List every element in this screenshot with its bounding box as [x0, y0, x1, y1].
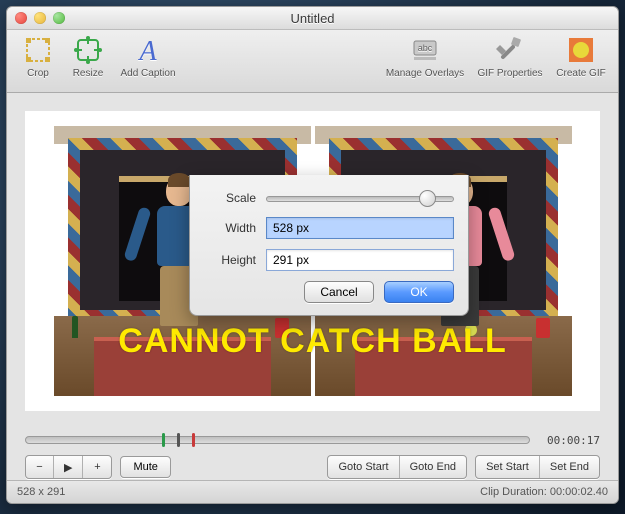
window-controls	[15, 12, 65, 24]
svg-text:abc: abc	[418, 43, 433, 53]
timeline: 00:00:17	[25, 425, 600, 455]
set-end-button[interactable]: Set End	[540, 456, 599, 478]
resize-button[interactable]: Resize	[63, 34, 113, 79]
goto-start-button[interactable]: Goto Start	[328, 456, 399, 478]
toolbar-label: Add Caption	[120, 68, 175, 79]
ok-button[interactable]: OK	[384, 281, 454, 303]
crop-icon	[22, 34, 54, 66]
toolbar-label: Crop	[27, 68, 49, 79]
window-title: Untitled	[7, 11, 618, 26]
playhead[interactable]	[177, 433, 180, 447]
goto-controls: Goto Start Goto End	[327, 455, 467, 479]
scale-label: Scale	[204, 191, 256, 205]
clip-duration-value: 00:00:02.40	[550, 486, 608, 498]
cancel-button[interactable]: Cancel	[304, 281, 374, 303]
app-window: Untitled Crop Resize A Add Caption abc	[6, 6, 619, 504]
overlays-icon: abc	[409, 34, 441, 66]
add-caption-button[interactable]: A Add Caption	[113, 34, 183, 79]
step-controls: − ▶ +	[25, 455, 112, 479]
scale-slider[interactable]	[266, 189, 454, 207]
transport-controls: − ▶ + Mute Goto Start Goto End Set Start…	[25, 453, 600, 481]
clip-duration-label: Clip Duration:	[480, 486, 547, 498]
slider-knob[interactable]	[419, 190, 436, 207]
svg-text:A: A	[137, 36, 157, 66]
toolbar-label: Create GIF	[556, 68, 605, 79]
step-fwd-button[interactable]: +	[83, 456, 111, 478]
manage-overlays-button[interactable]: abc Manage Overlays	[380, 34, 470, 79]
width-input[interactable]	[266, 217, 454, 239]
set-start-button[interactable]: Set Start	[476, 456, 540, 478]
titlebar: Untitled	[7, 7, 618, 30]
toolbar-label: Manage Overlays	[386, 68, 464, 79]
gif-properties-button[interactable]: GIF Properties	[470, 34, 550, 79]
play-button[interactable]: ▶	[54, 456, 83, 478]
mute-button[interactable]: Mute	[120, 456, 170, 478]
in-point-marker[interactable]	[162, 433, 165, 447]
content-area: CANNOT CATCH BALL 00:00:17 − ▶ + Mute Go…	[7, 93, 618, 480]
status-dimensions: 528 x 291	[17, 486, 65, 498]
width-label: Width	[204, 221, 256, 235]
timeline-track[interactable]	[25, 436, 530, 444]
create-gif-button[interactable]: Create GIF	[550, 34, 612, 79]
toolbar: Crop Resize A Add Caption abc Manage Ove…	[7, 30, 618, 93]
height-input[interactable]	[266, 249, 454, 271]
crop-button[interactable]: Crop	[13, 34, 63, 79]
properties-icon	[494, 34, 526, 66]
height-label: Height	[204, 253, 256, 267]
step-back-button[interactable]: −	[26, 456, 54, 478]
create-gif-icon	[565, 34, 597, 66]
status-bar: 528 x 291 Clip Duration: 00:00:02.40	[7, 480, 618, 503]
resize-icon	[72, 34, 104, 66]
resize-dialog: Scale Width Height Cancel OK	[189, 175, 469, 316]
zoom-icon[interactable]	[53, 12, 65, 24]
minimize-icon[interactable]	[34, 12, 46, 24]
caption-icon: A	[132, 34, 164, 66]
goto-end-button[interactable]: Goto End	[400, 456, 466, 478]
out-point-marker[interactable]	[192, 433, 195, 447]
toolbar-label: GIF Properties	[477, 68, 542, 79]
timecode: 00:00:17	[530, 434, 600, 447]
set-range-controls: Set Start Set End	[475, 455, 600, 479]
close-icon[interactable]	[15, 12, 27, 24]
toolbar-label: Resize	[73, 68, 104, 79]
